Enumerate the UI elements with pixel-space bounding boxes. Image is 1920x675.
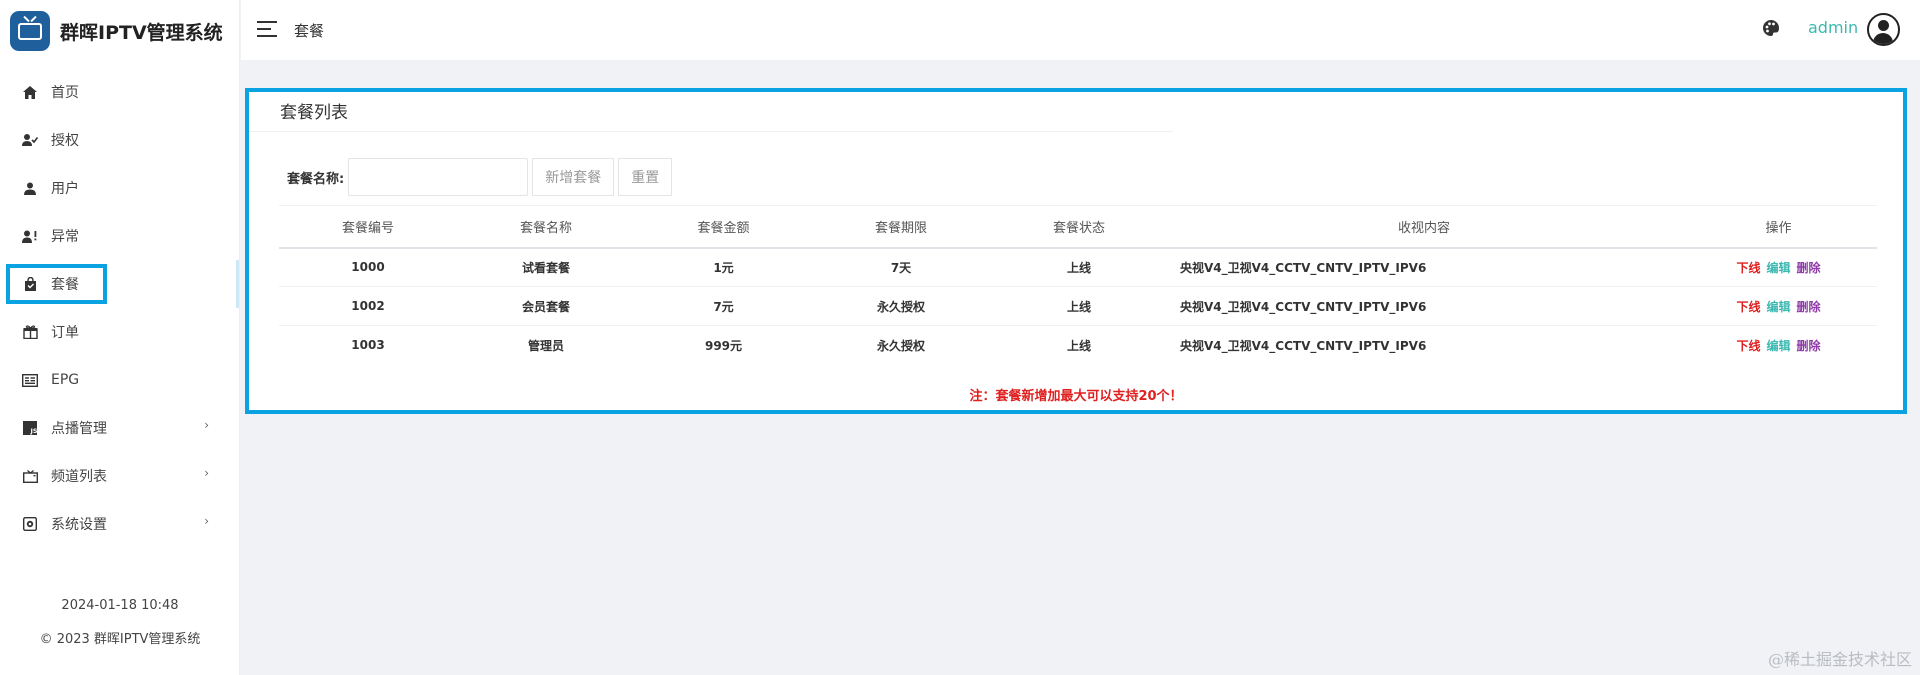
home-icon bbox=[22, 84, 38, 100]
column-header[interactable]: 操作 bbox=[1680, 206, 1877, 248]
settings-icon bbox=[22, 516, 38, 532]
plan-content-cell: 央视V4_卫视V4_CCTV_CNTV_IPTV_IPV6 bbox=[1180, 260, 1427, 275]
epg-icon bbox=[22, 372, 38, 388]
edit-link[interactable]: 编辑 bbox=[1766, 300, 1790, 314]
add-plan-button[interactable]: 新增套餐 bbox=[532, 158, 615, 196]
user-icon bbox=[22, 180, 38, 196]
column-header[interactable]: 收视内容 bbox=[1168, 206, 1680, 248]
sidebar-item-label: 首页 bbox=[51, 85, 79, 101]
plan-term-cell: 7天 bbox=[890, 260, 912, 275]
sidebar-item-abnormal[interactable]: 异常 bbox=[0, 212, 239, 260]
operations-cell: 下线 编辑 删除 bbox=[1680, 287, 1877, 326]
sidebar-footer: 2024-01-18 10:48 © 2023 群晖IPTV管理系统 bbox=[0, 589, 240, 657]
sidebar-item-orders[interactable]: 订单 bbox=[0, 308, 239, 356]
table-header-row: 套餐编号 套餐名称 套餐金额 套餐期限 套餐状态 收视内容 操作 bbox=[279, 205, 1877, 248]
plan-status-cell: 上线 bbox=[1066, 338, 1091, 353]
table-row: 1000 试看套餐 1元 7天 上线 央视V4_卫视V4_CCTV_CNTV_I… bbox=[279, 248, 1877, 287]
plan-status-cell: 上线 bbox=[1066, 299, 1091, 314]
avatar-icon[interactable] bbox=[1867, 13, 1900, 46]
column-header[interactable]: 套餐期限 bbox=[812, 206, 990, 248]
plan-term-cell: 永久授权 bbox=[876, 338, 925, 353]
sidebar-item-label: 系统设置 bbox=[51, 517, 107, 533]
top-header: 套餐 admin bbox=[241, 0, 1920, 61]
plan-price-cell: 7元 bbox=[713, 299, 734, 314]
sidebar-menu: 首页 授权 用户 异常 套餐 订单 EPG JS 点播管理 › 频道列表 › 系… bbox=[0, 68, 239, 548]
footer-copyright: © 2023 群晖IPTV管理系统 bbox=[39, 632, 201, 647]
column-header[interactable]: 套餐状态 bbox=[990, 206, 1168, 248]
plan-name-cell: 管理员 bbox=[527, 338, 564, 353]
plan-name-input[interactable] bbox=[348, 158, 529, 196]
operations-cell: 下线 编辑 删除 bbox=[1680, 326, 1877, 365]
delete-link[interactable]: 删除 bbox=[1797, 261, 1821, 275]
palette-icon[interactable] bbox=[1762, 19, 1782, 39]
svg-text:JS: JS bbox=[30, 427, 38, 435]
edit-link[interactable]: 编辑 bbox=[1766, 261, 1790, 275]
plan-content-cell: 央视V4_卫视V4_CCTV_CNTV_IPTV_IPV6 bbox=[1180, 338, 1427, 353]
edit-link[interactable]: 编辑 bbox=[1766, 339, 1790, 353]
sidebar-item-label: 订单 bbox=[51, 325, 79, 341]
column-header[interactable]: 套餐金额 bbox=[635, 206, 812, 248]
plan-name-cell: 试看套餐 bbox=[521, 260, 570, 275]
plan-id-cell: 1003 bbox=[351, 338, 385, 353]
js-icon: JS bbox=[22, 420, 38, 436]
brand[interactable]: 群晖IPTV管理系统 bbox=[0, 0, 239, 62]
delete-link[interactable]: 删除 bbox=[1797, 339, 1821, 353]
sidebar-item-label: 点播管理 bbox=[51, 421, 107, 437]
delete-link[interactable]: 删除 bbox=[1797, 300, 1821, 314]
brand-title: 群晖IPTV管理系统 bbox=[60, 21, 223, 44]
page-title: 套餐 bbox=[294, 22, 325, 40]
offline-link[interactable]: 下线 bbox=[1736, 300, 1760, 314]
sidebar-item-label: 异常 bbox=[51, 229, 79, 245]
plan-id-cell: 1002 bbox=[351, 299, 385, 313]
plan-id-cell: 1000 bbox=[351, 260, 385, 275]
sidebar-item-label: 频道列表 bbox=[51, 469, 107, 485]
chevron-right-icon: › bbox=[204, 418, 209, 432]
plan-name-cell: 会员套餐 bbox=[521, 299, 570, 314]
plan-content-cell: 央视V4_卫视V4_CCTV_CNTV_IPTV_IPV6 bbox=[1180, 299, 1427, 314]
search-label: 套餐名称: bbox=[287, 171, 345, 187]
card-title-divider bbox=[249, 131, 1173, 132]
operations-cell: 下线 编辑 删除 bbox=[1680, 248, 1877, 287]
sidebar-item-plans[interactable]: 套餐 bbox=[0, 260, 239, 308]
reset-button[interactable]: 重置 bbox=[618, 158, 673, 196]
sidebar-item-epg[interactable]: EPG bbox=[0, 356, 239, 404]
sidebar: 群晖IPTV管理系统 首页 授权 用户 异常 套餐 订单 EPG JS 点播管理… bbox=[0, 0, 240, 675]
chevron-right-icon: › bbox=[204, 466, 209, 480]
plans-table: 套餐编号 套餐名称 套餐金额 套餐期限 套餐状态 收视内容 操作 1000 试看… bbox=[279, 205, 1877, 365]
table-row: 1002 会员套餐 7元 永久授权 上线 央视V4_卫视V4_CCTV_CNTV… bbox=[279, 287, 1877, 326]
user-name-link[interactable]: admin bbox=[1808, 18, 1858, 37]
footer-datetime: 2024-01-18 10:48 bbox=[61, 598, 179, 613]
sidebar-item-home[interactable]: 首页 bbox=[0, 68, 239, 116]
plan-term-cell: 永久授权 bbox=[876, 299, 925, 314]
sidebar-item-label: 授权 bbox=[51, 133, 79, 149]
table-row: 1003 管理员 999元 永久授权 上线 央视V4_卫视V4_CCTV_CNT… bbox=[279, 326, 1877, 365]
sidebar-item-authorization[interactable]: 授权 bbox=[0, 116, 239, 164]
sidebar-item-vod[interactable]: JS 点播管理 › bbox=[0, 404, 239, 452]
gift-icon bbox=[22, 324, 38, 340]
sidebar-item-users[interactable]: 用户 bbox=[0, 164, 239, 212]
offline-link[interactable]: 下线 bbox=[1736, 261, 1760, 275]
user-warning-icon bbox=[22, 228, 38, 244]
sidebar-item-channels[interactable]: 频道列表 › bbox=[0, 452, 239, 500]
sidebar-item-label: 用户 bbox=[51, 181, 79, 197]
column-header[interactable]: 套餐名称 bbox=[457, 206, 635, 248]
plan-price-cell: 1元 bbox=[713, 260, 734, 275]
plan-list-card: 套餐列表 套餐名称: 新增套餐 重置 套餐编号 套餐名称 套餐金额 套餐期限 套… bbox=[245, 88, 1907, 414]
search-form: 套餐名称: 新增套餐 重置 bbox=[287, 158, 673, 196]
plan-limit-note: 注：套餐新增加最大可以支持20个！ bbox=[969, 389, 1183, 404]
watermark: @稀土掘金技术社区 bbox=[1767, 650, 1912, 669]
active-highlight bbox=[6, 264, 107, 304]
sidebar-item-label: EPG bbox=[51, 372, 80, 388]
column-header[interactable]: 套餐编号 bbox=[279, 206, 457, 248]
plan-status-cell: 上线 bbox=[1066, 260, 1091, 275]
plan-price-cell: 999元 bbox=[704, 338, 743, 353]
card-title: 套餐列表 bbox=[280, 103, 348, 123]
chevron-right-icon: › bbox=[204, 514, 209, 528]
sidebar-item-settings[interactable]: 系统设置 › bbox=[0, 500, 239, 548]
menu-toggle-icon[interactable] bbox=[257, 21, 277, 37]
tv-icon bbox=[22, 468, 38, 484]
iptv-logo-icon bbox=[10, 11, 50, 51]
user-check-icon bbox=[22, 132, 38, 148]
offline-link[interactable]: 下线 bbox=[1736, 339, 1760, 353]
